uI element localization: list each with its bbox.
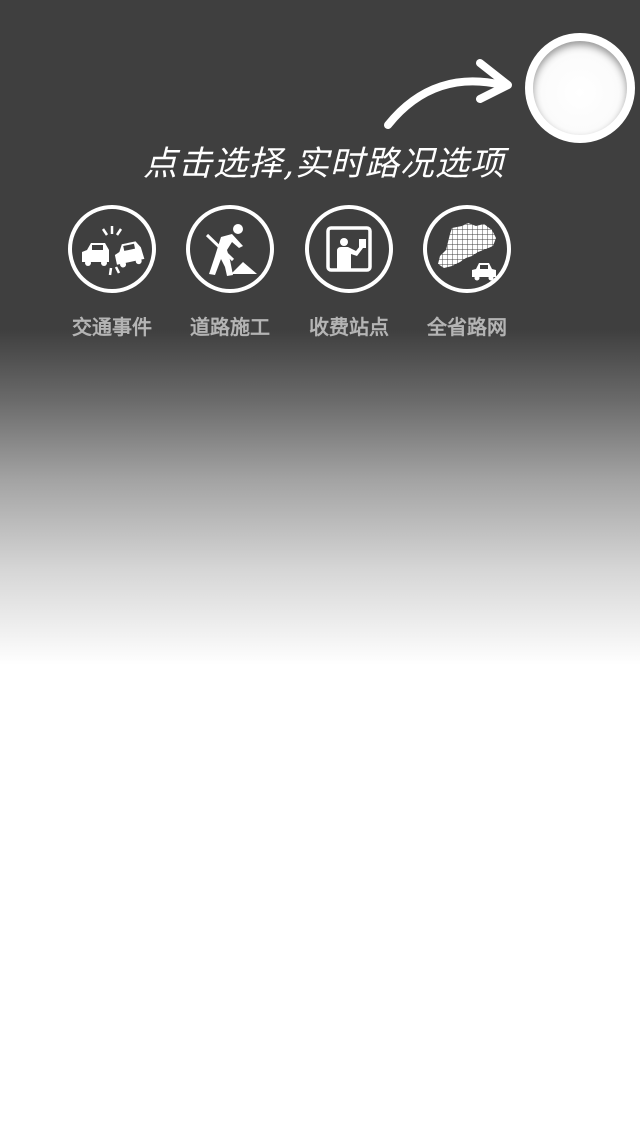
option-province-road-network[interactable]: 全省路网 [407,204,527,344]
road-worker-icon [186,205,274,293]
province-map-icon [423,205,511,293]
option-label: 全省路网 [427,315,507,339]
guide-arrow-icon [384,59,512,129]
menu-toggle-button[interactable] [525,33,635,143]
option-label: 道路施工 [190,315,270,339]
hint-text: 点击选择,实时路况选项 [143,144,505,184]
option-label: 收费站点 [309,315,389,339]
toll-booth-icon [305,205,393,293]
option-label: 交通事件 [72,315,152,339]
option-road-construction[interactable]: 道路施工 [170,204,290,344]
option-toll-station[interactable]: 收费站点 [289,204,409,344]
car-crash-icon [68,205,156,293]
option-traffic-incident[interactable]: 交通事件 [52,204,172,344]
menu-toggle-circle [533,41,627,135]
